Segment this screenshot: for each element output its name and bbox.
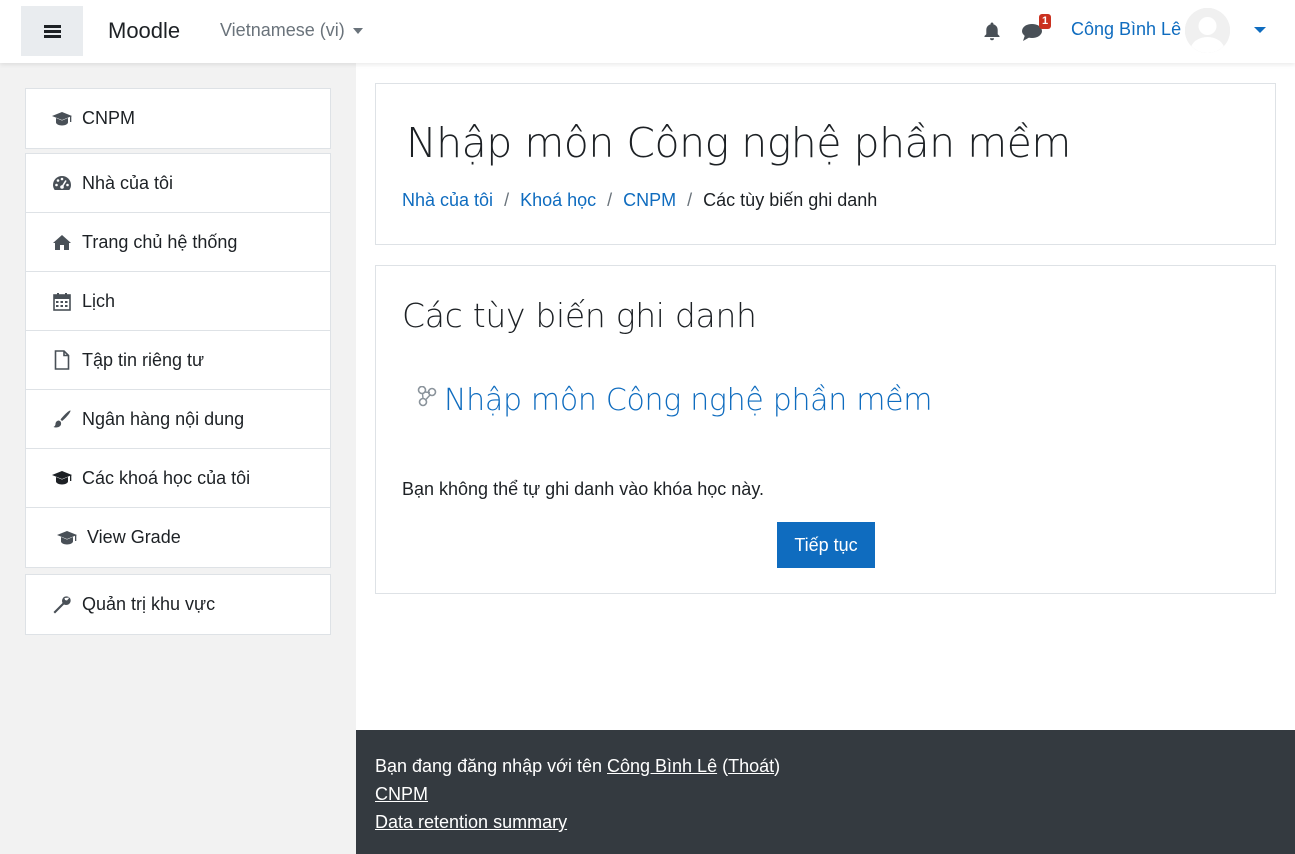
calendar-icon xyxy=(51,291,73,311)
sidebar-item-course[interactable]: CNPM xyxy=(26,89,330,148)
drawer-toggle-button[interactable] xyxy=(21,6,83,56)
hamburger-icon xyxy=(43,24,61,38)
graduation-cap-icon xyxy=(56,528,78,548)
avatar[interactable] xyxy=(1185,8,1230,53)
continue-button[interactable]: Tiếp tục xyxy=(777,522,875,568)
admin-nav-group: Quản trị khu vực xyxy=(25,574,331,635)
nav-drawer: CNPM Nhà của tôi Trang chủ hệ thống Lịch xyxy=(0,63,356,854)
main-nav-group: Nhà của tôi Trang chủ hệ thống Lịch Tập … xyxy=(25,153,331,568)
login-info-prefix: Bạn đang đăng nhập với tên xyxy=(375,756,607,776)
paint-brush-icon xyxy=(51,409,73,429)
breadcrumb: Nhà của tôi / Khoá học / CNPM / Các tùy … xyxy=(402,190,877,211)
footer-course-link[interactable]: CNPM xyxy=(375,784,428,804)
sidebar-item-site-admin[interactable]: Quản trị khu vực xyxy=(26,575,330,634)
wrench-icon xyxy=(51,595,73,615)
page-title: Nhập môn Công nghệ phần mềm xyxy=(406,119,1071,167)
page-header: Nhập môn Công nghệ phần mềm Nhà của tôi … xyxy=(375,83,1276,245)
main-region: Nhập môn Công nghệ phần mềm Nhà của tôi … xyxy=(356,63,1295,730)
sidebar-item-my-courses[interactable]: Các khoá học của tôi xyxy=(26,449,330,508)
sidebar-item-label: Trang chủ hệ thống xyxy=(82,231,238,252)
course-name-link[interactable]: Nhập môn Công nghệ phần mềm xyxy=(444,383,933,418)
message-count-badge: 1 xyxy=(1039,14,1052,29)
course-nav-group: CNPM xyxy=(25,88,331,149)
user-menu-name[interactable]: Công Bình Lê xyxy=(1071,19,1181,40)
sidebar-item-view-grade[interactable]: View Grade xyxy=(26,508,330,567)
language-menu[interactable]: Vietnamese (vi) xyxy=(220,20,363,41)
logout-link[interactable]: Thoát xyxy=(728,756,774,776)
user-menu-caret-icon[interactable] xyxy=(1254,27,1266,33)
top-navbar: Moodle Vietnamese (vi) 1 Công Bình Lê xyxy=(0,0,1295,63)
language-label: Vietnamese (vi) xyxy=(220,20,345,40)
breadcrumb-link-home[interactable]: Nhà của tôi xyxy=(402,190,493,211)
sidebar-item-label: Tập tin riêng tư xyxy=(82,349,205,370)
site-brand[interactable]: Moodle xyxy=(108,18,180,44)
sidebar-item-label: View Grade xyxy=(87,527,181,547)
login-info: Bạn đang đăng nhập với tên Công Bình Lê … xyxy=(375,756,781,776)
sidebar-item-label: CNPM xyxy=(82,108,135,128)
breadcrumb-current: Các tùy biến ghi danh xyxy=(703,190,878,210)
graduation-cap-icon xyxy=(51,109,73,129)
breadcrumb-link-courses[interactable]: Khoá học xyxy=(520,190,596,211)
bell-icon[interactable] xyxy=(982,21,1002,41)
file-icon xyxy=(51,350,73,370)
sidebar-item-label: Ngân hàng nội dung xyxy=(82,408,245,429)
data-retention-link[interactable]: Data retention summary xyxy=(375,812,567,832)
sidebar-item-label: Lịch xyxy=(82,290,116,311)
sidebar-item-calendar[interactable]: Lịch xyxy=(26,272,330,331)
course-network-icon xyxy=(417,386,437,407)
enrol-options-card: Các tùy biến ghi danh Nhập môn Công nghệ… xyxy=(375,265,1276,594)
breadcrumb-separator: / xyxy=(687,190,693,210)
page-footer: Bạn đang đăng nhập với tên Công Bình Lê … xyxy=(356,730,1295,854)
graduation-cap-icon xyxy=(51,468,73,488)
breadcrumb-separator: / xyxy=(607,190,613,210)
breadcrumb-separator: / xyxy=(504,190,510,210)
enrol-message: Bạn không thể tự ghi danh vào khóa học n… xyxy=(402,479,764,499)
sidebar-item-label: Các khoá học của tôi xyxy=(82,467,251,488)
sidebar-item-private-files[interactable]: Tập tin riêng tư xyxy=(26,331,330,390)
sidebar-item-label: Nhà của tôi xyxy=(82,172,174,193)
footer-user-link[interactable]: Công Bình Lê xyxy=(607,756,717,776)
dashboard-icon xyxy=(51,173,73,193)
sidebar-item-site-home[interactable]: Trang chủ hệ thống xyxy=(26,213,330,272)
sidebar-item-dashboard[interactable]: Nhà của tôi xyxy=(26,154,330,213)
sidebar-item-label: Quản trị khu vực xyxy=(82,594,216,614)
caret-down-icon xyxy=(352,27,363,34)
home-icon xyxy=(51,232,73,252)
section-title: Các tùy biến ghi danh xyxy=(402,296,757,335)
breadcrumb-link-course[interactable]: CNPM xyxy=(623,190,676,211)
sidebar-item-content-bank[interactable]: Ngân hàng nội dung xyxy=(26,390,330,449)
